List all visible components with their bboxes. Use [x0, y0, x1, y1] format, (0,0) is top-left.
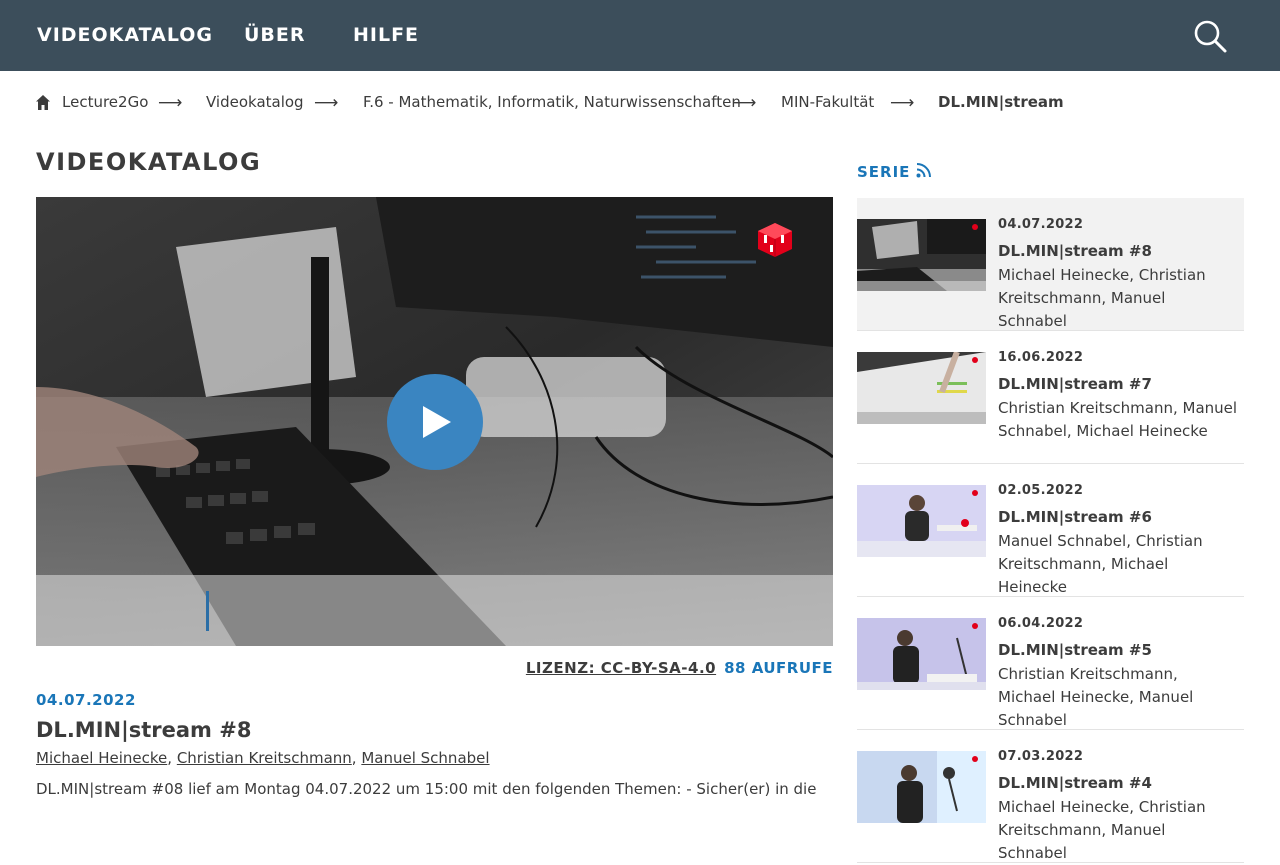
search-icon[interactable]	[1192, 18, 1228, 54]
page-title: VIDEOKATALOG	[36, 148, 262, 176]
breadcrumb: Lecture2Go ⟶ Videokatalog ⟶ F.6 - Mathem…	[36, 93, 1256, 115]
university-logo-icon	[972, 224, 978, 230]
breadcrumb-arrow-icon: ⟶	[158, 93, 183, 113]
nav-ueber[interactable]: ÜBER	[244, 24, 306, 46]
series-item-title: DL.MIN|stream #7	[998, 375, 1152, 393]
series-item-authors: Michael Heinecke, Christian Kreitschmann…	[998, 798, 1206, 862]
series-item[interactable]: 16.06.2022 DL.MIN|stream #7 Christian Kr…	[857, 331, 1244, 464]
author-link[interactable]: Michael Heinecke	[36, 749, 167, 767]
home-icon[interactable]	[36, 95, 50, 110]
breadcrumb-min-fakultaet[interactable]: MIN-Fakultät	[781, 93, 874, 111]
series-item-authors: Manuel Schnabel, Christian Kreitschmann,…	[998, 532, 1203, 596]
author-separator: ,	[351, 749, 362, 767]
video-title: DL.MIN|stream #8	[36, 718, 252, 742]
series-thumbnail[interactable]	[857, 751, 986, 823]
nav-videokatalog[interactable]: VIDEOKATALOG	[37, 24, 213, 46]
series-item-title: DL.MIN|stream #6	[998, 508, 1152, 526]
license-link[interactable]: LIZENZ: CC-BY-SA-4.0	[526, 659, 716, 677]
series-thumbnail[interactable]	[857, 485, 986, 557]
player-controls	[36, 575, 833, 646]
nav-hilfe[interactable]: HILFE	[353, 24, 419, 46]
breadcrumb-current: DL.MIN|stream	[938, 93, 1064, 111]
series-item[interactable]: 04.07.2022 DL.MIN|stream #8 Michael Hein…	[857, 198, 1244, 331]
series-item-authors: Michael Heinecke, Christian Kreitschmann…	[998, 266, 1206, 330]
top-navigation-bar: VIDEOKATALOG ÜBER HILFE	[0, 0, 1280, 71]
author-link[interactable]: Manuel Schnabel	[361, 749, 489, 767]
play-button[interactable]	[387, 374, 483, 470]
university-logo-icon	[756, 221, 794, 259]
view-count: 88 AUFRUFE	[724, 659, 833, 677]
series-heading: SERIE	[857, 163, 932, 181]
series-thumbnail[interactable]	[857, 618, 986, 690]
video-date: 04.07.2022	[36, 691, 136, 709]
breadcrumb-arrow-icon: ⟶	[314, 93, 339, 113]
series-item-title: DL.MIN|stream #5	[998, 641, 1152, 659]
university-logo-icon	[972, 756, 978, 762]
breadcrumb-videokatalog[interactable]: Videokatalog	[206, 93, 304, 111]
rss-icon[interactable]	[916, 163, 932, 178]
series-thumbnail[interactable]	[857, 219, 986, 291]
series-item-authors: Christian Kreitschmann, Michael Heinecke…	[998, 665, 1194, 729]
series-item-title: DL.MIN|stream #4	[998, 774, 1152, 792]
series-item-date: 04.07.2022	[998, 217, 1084, 232]
university-logo-icon	[972, 490, 978, 496]
author-link[interactable]: Christian Kreitschmann	[177, 749, 352, 767]
author-separator: ,	[167, 749, 177, 767]
series-item[interactable]: 07.03.2022 DL.MIN|stream #4 Michael Hein…	[857, 730, 1244, 863]
play-icon	[423, 406, 451, 438]
video-player[interactable]	[36, 197, 833, 646]
progress-marker[interactable]	[206, 591, 209, 631]
breadcrumb-arrow-icon: ⟶	[732, 93, 757, 113]
series-item-date: 06.04.2022	[998, 616, 1084, 631]
series-thumbnail[interactable]	[857, 352, 986, 424]
breadcrumb-faculty-f6[interactable]: F.6 - Mathematik, Informatik, Naturwisse…	[363, 93, 741, 111]
series-item[interactable]: 06.04.2022 DL.MIN|stream #5 Christian Kr…	[857, 597, 1244, 730]
university-logo-icon	[972, 623, 978, 629]
video-description: DL.MIN|stream #08 lief am Montag 04.07.2…	[36, 780, 817, 798]
series-item-title: DL.MIN|stream #8	[998, 242, 1152, 260]
series-list: 04.07.2022 DL.MIN|stream #8 Michael Hein…	[857, 198, 1244, 863]
series-item-date: 02.05.2022	[998, 483, 1084, 498]
series-item-date: 07.03.2022	[998, 749, 1084, 764]
video-authors: Michael Heinecke, Christian Kreitschmann…	[36, 749, 490, 767]
university-logo-icon	[972, 357, 978, 363]
breadcrumb-home[interactable]: Lecture2Go	[62, 93, 148, 111]
breadcrumb-arrow-icon: ⟶	[890, 93, 915, 113]
series-item-date: 16.06.2022	[998, 350, 1084, 365]
series-item-authors: Christian Kreitschmann, Manuel Schnabel,…	[998, 399, 1238, 440]
video-meta: LIZENZ: CC-BY-SA-4.0 88 AUFRUFE	[526, 659, 833, 677]
series-heading-label: SERIE	[857, 163, 911, 181]
series-item[interactable]: 02.05.2022 DL.MIN|stream #6 Manuel Schna…	[857, 464, 1244, 597]
